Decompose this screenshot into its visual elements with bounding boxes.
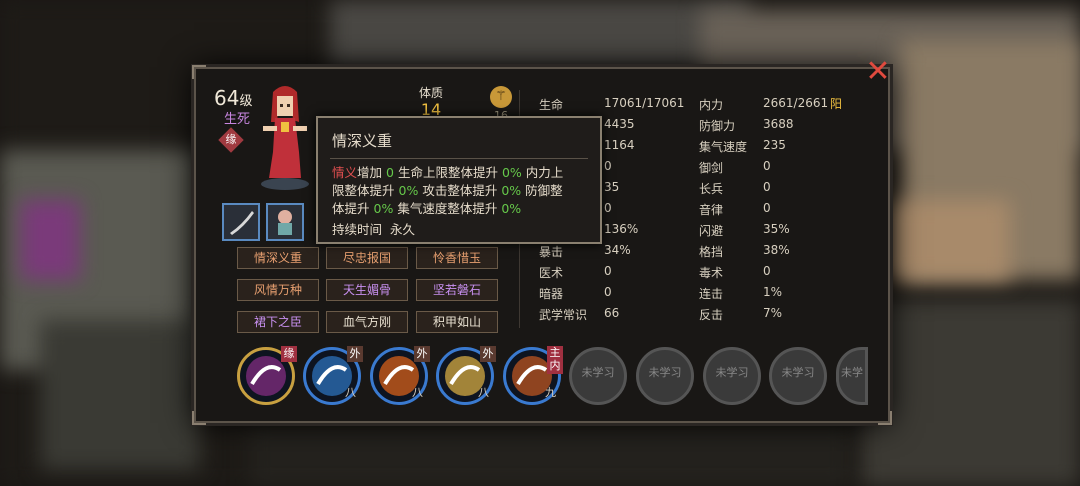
stat-value: 235 <box>763 138 786 152</box>
skill-type-badge: 主内 <box>547 346 563 374</box>
stat-label: 武学常识 <box>539 308 588 322</box>
trait-8[interactable]: 血气方刚 <box>326 311 408 333</box>
skill-type-badge: 外 <box>480 346 496 362</box>
stat-value: 0 <box>604 201 612 215</box>
tooltip-title: 情深义重 <box>332 132 393 150</box>
trait-2[interactable]: 尽忠报国 <box>326 247 408 269</box>
stat-value: 17061/17061 <box>604 96 685 110</box>
locked-skill-slot[interactable]: 未学习 <box>703 347 761 405</box>
skill-level: 八 <box>345 386 356 399</box>
stat-label: 生命 <box>539 98 564 112</box>
trait-9[interactable]: 积甲如山 <box>416 311 498 333</box>
tooltip-line-1: 情义增加 0 生命上限整体提升 0% 内力上 <box>332 165 564 180</box>
character-path: 生死 <box>224 112 251 127</box>
tooltip-separator <box>330 158 588 159</box>
stat-label: 暗器 <box>539 287 564 301</box>
skill-type-badge: 外 <box>414 346 430 362</box>
weapon-slot[interactable] <box>222 203 260 241</box>
tooltip-line-3: 体提升 0% 集气速度整体提升 0% <box>332 201 522 216</box>
character-portrait <box>255 82 315 192</box>
stat-value: 1164 <box>604 138 635 152</box>
stat-value: 0 <box>763 264 771 278</box>
stat-value: 4435 <box>604 117 635 131</box>
close-icon[interactable]: ✕ <box>864 57 892 87</box>
stat-value: 2661/2661 <box>763 96 829 110</box>
stat-value: 38% <box>763 243 790 257</box>
panel-corner <box>878 411 892 425</box>
stat-value: 35 <box>604 180 620 194</box>
tooltip-body: 情义增加 0 生命上限整体提升 0% 内力上 限整体提升 0% 攻击整体提升 0… <box>332 164 592 239</box>
stat-value: 0 <box>763 201 771 215</box>
armor-slot[interactable] <box>266 203 304 241</box>
tooltip-line-2: 限整体提升 0% 攻击整体提升 0% 防御整 <box>332 183 563 198</box>
skill-level: 九 <box>545 386 556 399</box>
level-unit: 级 <box>239 94 253 109</box>
stat-value: 136% <box>604 222 639 236</box>
armor-icon <box>278 210 292 235</box>
trait-5[interactable]: 天生媚骨 <box>326 279 408 301</box>
stat-value: 0 <box>763 180 771 194</box>
stat-label: 集气速度 <box>699 140 748 154</box>
skill-level: 八 <box>478 386 489 399</box>
stat-value: 3688 <box>763 117 794 131</box>
level-number: 64 <box>214 86 240 110</box>
trait-7[interactable]: 裙下之臣 <box>237 311 319 333</box>
stat-label: 格挡 <box>699 245 724 259</box>
stat-value: 35% <box>763 222 790 236</box>
stat-label: 防御力 <box>699 119 736 133</box>
stat-label: 反击 <box>699 308 724 322</box>
stat-value: 0 <box>604 264 612 278</box>
trait-1[interactable]: 情深义重 <box>237 247 319 269</box>
attribute-emblem-icon: ⚚ <box>490 86 512 108</box>
stat-value: 34% <box>604 243 631 257</box>
stat-label: 毒术 <box>699 266 724 280</box>
stat-label: 连击 <box>699 287 724 301</box>
skill-type-badge: 缘 <box>281 346 297 362</box>
stat-label: 内力 <box>699 98 724 112</box>
panel-corner <box>192 65 206 79</box>
stat-label: 音律 <box>699 203 724 217</box>
stat-label: 御剑 <box>699 161 724 175</box>
trait-4[interactable]: 风情万种 <box>237 279 319 301</box>
trait-6[interactable]: 坚若磐石 <box>416 279 498 301</box>
stat-value: 66 <box>604 306 620 320</box>
stat-value: 1% <box>763 285 783 299</box>
locked-skill-slot[interactable]: 未学习 <box>569 347 627 405</box>
stat-value: 0 <box>604 285 612 299</box>
sword-icon <box>230 211 254 235</box>
locked-skill-slot[interactable]: 未学习 <box>769 347 827 405</box>
panel-corner <box>192 411 206 425</box>
yuan-badge: 缘 <box>218 127 244 153</box>
skill-type-badge: 外 <box>347 346 363 362</box>
trait-3[interactable]: 怜香惜玉 <box>416 247 498 269</box>
trait-tooltip: 情深义重 情义增加 0 生命上限整体提升 0% 内力上 限整体提升 0% 攻击整… <box>316 116 602 244</box>
stat-label: 医术 <box>539 266 564 280</box>
skill-level: 八 <box>412 386 423 399</box>
stat-label: 暴击 <box>539 245 564 259</box>
stat-label: 闪避 <box>699 224 724 238</box>
stat-value: 7% <box>763 306 783 320</box>
stat-label: 长兵 <box>699 182 724 196</box>
locked-skill-slot[interactable]: 未学习 <box>636 347 694 405</box>
stat-value: 0 <box>763 159 771 173</box>
yang-tag: 阳 <box>830 97 843 111</box>
tooltip-duration: 持续时间 永久 <box>332 222 415 237</box>
character-level: 64级 <box>214 86 252 110</box>
stat-value: 0 <box>604 159 612 173</box>
constitution-label: 体质 <box>418 86 443 100</box>
